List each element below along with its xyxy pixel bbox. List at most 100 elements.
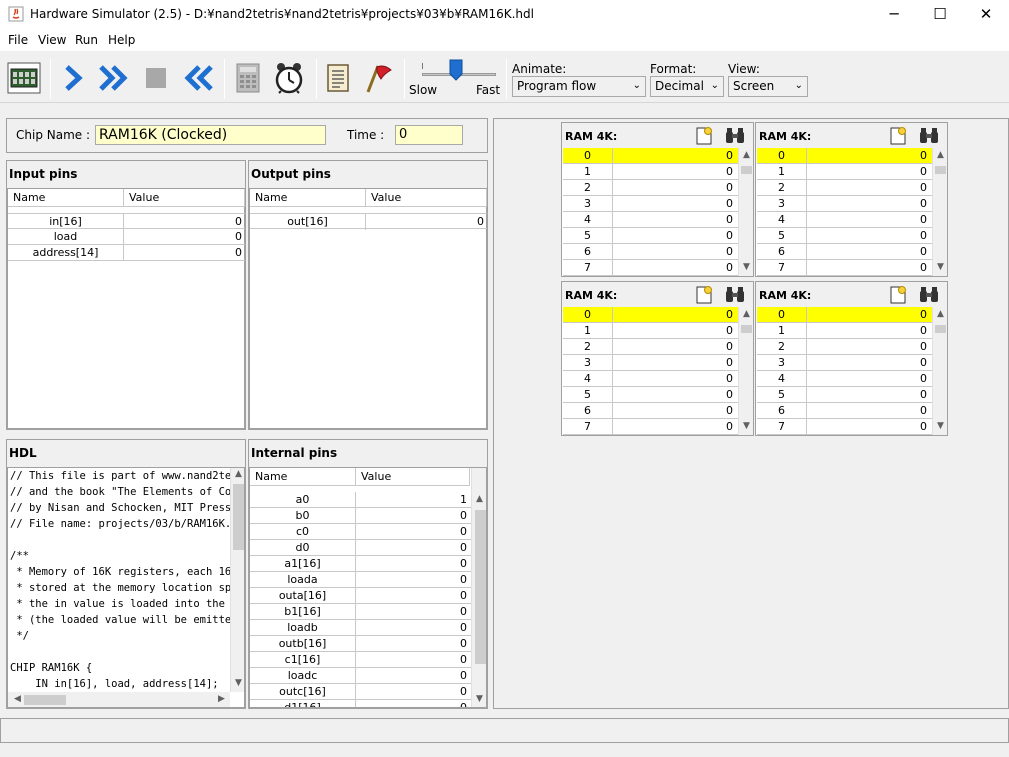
ram-row[interactable]: 50 (563, 228, 738, 244)
ram-value[interactable]: 0 (808, 260, 930, 276)
scroll-down-icon[interactable]: ▼ (933, 421, 948, 431)
col-header-name[interactable]: Name (250, 189, 366, 207)
scroll-right-icon[interactable]: ▶ (214, 694, 229, 704)
ram-row[interactable]: 60 (563, 403, 738, 419)
ram-row[interactable]: 20 (757, 339, 932, 355)
load-file-icon[interactable] (888, 285, 908, 305)
ram-row[interactable]: 60 (757, 403, 932, 419)
binoculars-icon[interactable] (724, 126, 746, 146)
scroll-up-icon[interactable]: ▲ (739, 150, 754, 160)
ram-value[interactable]: 0 (614, 307, 736, 323)
ram-scrollbar[interactable]: ▲ ▼ (738, 307, 753, 435)
menu-run[interactable]: Run (75, 33, 98, 47)
col-header-value[interactable]: Value (124, 189, 245, 207)
scroll-up-icon[interactable]: ▲ (739, 309, 754, 319)
table-row[interactable]: b0 0 (250, 508, 471, 524)
single-step-button[interactable] (56, 59, 92, 97)
scroll-down-icon[interactable]: ▼ (933, 262, 948, 272)
ram-row[interactable]: 30 (563, 355, 738, 371)
table-row[interactable]: out[16] 0 (250, 213, 487, 230)
ram-row[interactable]: 10 (563, 164, 738, 180)
scroll-left-icon[interactable]: ◀ (10, 694, 25, 704)
table-row[interactable]: a1[16] 0 (250, 556, 471, 572)
table-row[interactable]: d0 0 (250, 540, 471, 556)
stop-button[interactable] (138, 59, 174, 97)
scroll-down-icon[interactable]: ▼ (739, 421, 754, 431)
ram-value[interactable]: 0 (808, 307, 930, 323)
ram-row[interactable]: 00 (757, 307, 932, 323)
ram-value[interactable]: 0 (808, 339, 930, 355)
scroll-thumb[interactable] (935, 166, 946, 174)
ram-row[interactable]: 50 (757, 228, 932, 244)
scroll-up-icon[interactable]: ▲ (472, 494, 486, 504)
col-header-name[interactable]: Name (250, 468, 356, 486)
ram-row[interactable]: 70 (757, 260, 932, 276)
col-header-name[interactable]: Name (8, 189, 124, 207)
ram-row[interactable]: 10 (563, 323, 738, 339)
table-row[interactable]: loadc 0 (250, 668, 471, 684)
ram-row[interactable]: 50 (757, 387, 932, 403)
reset-button[interactable] (180, 59, 216, 97)
table-row[interactable]: outa[16] 0 (250, 588, 471, 604)
ram-value[interactable]: 0 (614, 355, 736, 371)
hdl-horizontal-scrollbar[interactable]: ◀ ▶ (8, 692, 230, 707)
ram-value[interactable]: 0 (614, 228, 736, 244)
ram-value[interactable]: 0 (614, 419, 736, 435)
pin-value[interactable]: 0 (124, 214, 245, 230)
binoculars-icon[interactable] (918, 126, 940, 146)
ram-value[interactable]: 0 (808, 419, 930, 435)
table-row[interactable]: address[14] 0 (8, 245, 245, 261)
ram-value[interactable]: 0 (808, 323, 930, 339)
ram-value[interactable]: 0 (614, 260, 736, 276)
minimize-button[interactable]: ─ (871, 0, 917, 30)
load-chip-button[interactable] (6, 59, 42, 97)
table-row[interactable]: in[16] 0 (8, 213, 245, 230)
ram-value[interactable]: 0 (808, 244, 930, 260)
ram-row[interactable]: 00 (757, 148, 932, 164)
table-row[interactable]: outc[16] 0 (250, 684, 471, 700)
ram-value[interactable]: 0 (614, 180, 736, 196)
script-button[interactable] (320, 59, 356, 97)
table-row[interactable]: load 0 (8, 229, 245, 245)
table-row[interactable]: c1[16] 0 (250, 652, 471, 668)
table-row[interactable]: loadb 0 (250, 620, 471, 636)
slider-thumb[interactable] (449, 59, 463, 81)
ram-value[interactable]: 0 (808, 148, 930, 164)
ram-row[interactable]: 10 (757, 164, 932, 180)
scroll-up-icon[interactable]: ▲ (933, 150, 948, 160)
load-file-icon[interactable] (888, 126, 908, 146)
speed-slider[interactable] (420, 59, 500, 83)
run-button[interactable] (96, 59, 132, 97)
scroll-up-icon[interactable]: ▲ (933, 309, 948, 319)
ram-scrollbar[interactable]: ▲ ▼ (932, 307, 947, 435)
pin-value[interactable]: 0 (124, 229, 245, 245)
menu-file[interactable]: File (8, 33, 28, 47)
table-row[interactable]: a0 1 (250, 492, 471, 508)
scroll-up-icon[interactable]: ▲ (231, 469, 244, 479)
pin-value[interactable]: 0 (124, 245, 245, 261)
ram-value[interactable]: 0 (808, 228, 930, 244)
ram-row[interactable]: 70 (563, 260, 738, 276)
ram-value[interactable]: 0 (808, 164, 930, 180)
col-header-value[interactable]: Value (366, 189, 487, 207)
format-select[interactable]: Decimal ⌄ (650, 76, 724, 97)
load-file-icon[interactable] (694, 285, 714, 305)
table-row[interactable]: c0 0 (250, 524, 471, 540)
ram-value[interactable]: 0 (808, 196, 930, 212)
ram-value[interactable]: 0 (614, 244, 736, 260)
internal-pins-scrollbar[interactable]: ▲ ▼ (471, 468, 486, 707)
ram-row[interactable]: 30 (757, 355, 932, 371)
close-button[interactable]: ✕ (963, 0, 1009, 30)
ram-value[interactable]: 0 (808, 371, 930, 387)
ram-row[interactable]: 70 (563, 419, 738, 435)
eval-button[interactable] (230, 59, 266, 97)
ram-row[interactable]: 40 (563, 212, 738, 228)
ram-value[interactable]: 0 (614, 212, 736, 228)
ram-row[interactable]: 00 (563, 307, 738, 323)
menu-help[interactable]: Help (108, 33, 135, 47)
table-row[interactable]: loada 0 (250, 572, 471, 588)
ram-row[interactable]: 30 (563, 196, 738, 212)
chip-name-field[interactable]: RAM16K (Clocked) (95, 125, 326, 145)
ram-row[interactable]: 60 (757, 244, 932, 260)
ram-value[interactable]: 0 (614, 323, 736, 339)
